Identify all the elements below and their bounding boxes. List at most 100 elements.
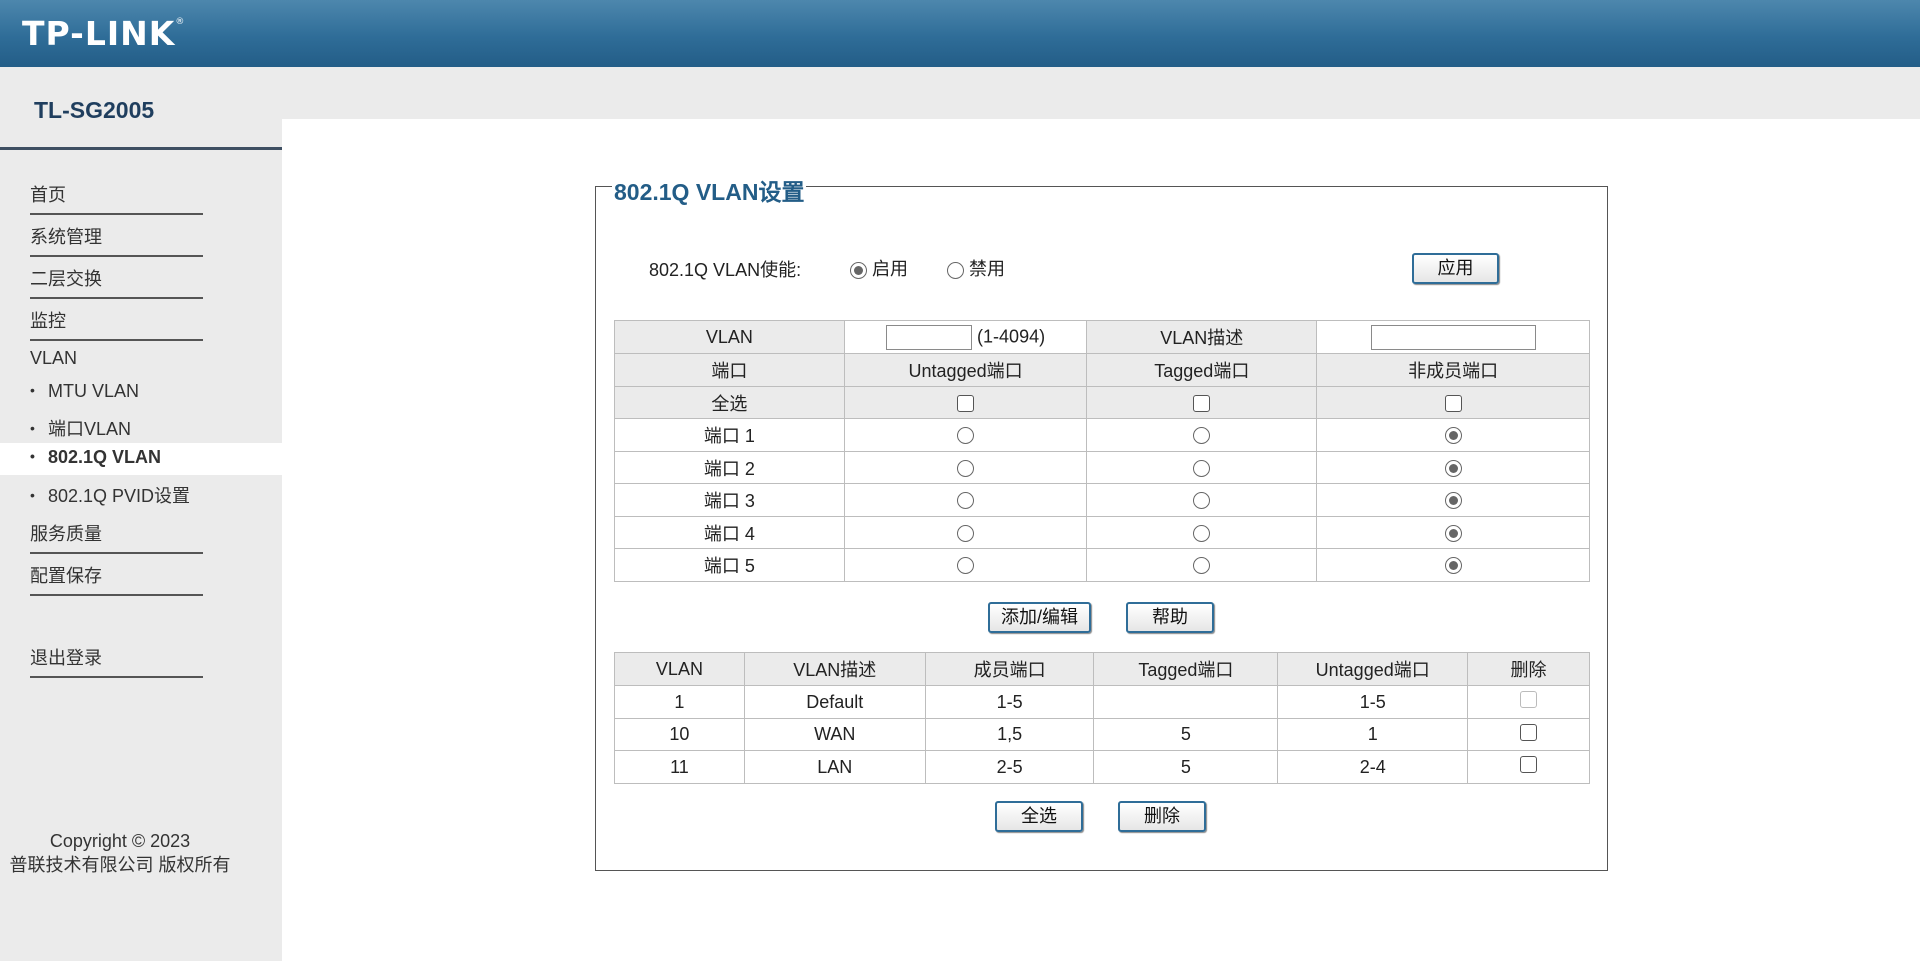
select-all-label: 全选 [614, 386, 845, 419]
vlan-id-row: VLAN (1-4094) VLAN描述 [614, 320, 1590, 354]
select-all-non-member-checkbox[interactable] [1444, 394, 1462, 412]
select-all-untagged-cell [843, 386, 1088, 419]
col-delete: 删除 [1467, 652, 1590, 686]
col-untagged-ports: Untagged端口 [1277, 652, 1469, 686]
brand-name: TP-LINK [22, 14, 176, 53]
col-vlan: VLAN [614, 652, 745, 686]
untagged-radio[interactable] [957, 492, 975, 510]
tagged-cell [1086, 516, 1318, 549]
tagged-radio[interactable] [1193, 557, 1211, 575]
sidebar: TL-SG2005 首页 系统管理 二层交换 监控 VLAN • MTU VLAN… [0, 67, 282, 961]
page-title: 802.1Q VLAN设置 [612, 173, 807, 207]
registered-mark: ® [175, 17, 186, 27]
untagged-radio[interactable] [957, 459, 975, 477]
select-all-button[interactable]: 全选 [995, 801, 1083, 832]
nav-port-vlan-label: 端口VLAN [48, 419, 132, 439]
tagged-cell [1086, 548, 1318, 582]
untagged-cell [843, 418, 1088, 452]
untagged-cell: 2-4 [1277, 750, 1469, 784]
port-row: 端口 5 [614, 548, 1590, 582]
untagged-cell: 1 [1277, 718, 1469, 751]
delete-checkbox[interactable] [1520, 723, 1538, 741]
nav-qos[interactable]: 服务质量 [30, 520, 203, 554]
vlan-id-cell: (1-4094) [843, 320, 1088, 354]
bullet: • [30, 382, 35, 398]
add-edit-button[interactable]: 添加/编辑 [988, 602, 1091, 633]
select-all-untagged-checkbox[interactable] [957, 394, 975, 412]
apply-button[interactable]: 应用 [1412, 253, 1499, 284]
bullet: • [30, 487, 35, 503]
non-member-radio[interactable] [1444, 459, 1462, 477]
select-all-tagged-cell [1086, 386, 1318, 419]
disable-radio-label: 禁用 [969, 259, 1006, 279]
vlan-range-hint: (1-4094) [977, 325, 1046, 346]
vlan-enable-label: 802.1Q VLAN使能: [649, 260, 802, 280]
delete-cell [1467, 750, 1590, 784]
tp-link-logo: TP-LINK® [22, 14, 185, 53]
nav-layer2-switching[interactable]: 二层交换 [30, 265, 203, 299]
non-member-radio[interactable] [1444, 557, 1462, 575]
tagged-radio[interactable] [1193, 524, 1211, 542]
select-all-tagged-checkbox[interactable] [1193, 394, 1211, 412]
col-vlan-desc: VLAN描述 [743, 652, 926, 686]
non-member-radio[interactable] [1444, 524, 1462, 542]
enable-radio[interactable] [850, 261, 867, 279]
untagged-cell [843, 516, 1088, 549]
select-all-non-member-cell [1316, 386, 1590, 419]
vlan-list-header: VLAN VLAN描述 成员端口 Tagged端口 Untagged端口 删除 [614, 652, 1590, 686]
nav-port-vlan[interactable]: • 端口VLAN [30, 415, 131, 441]
table-row: 10 WAN 1,5 5 1 [614, 718, 1590, 751]
nav-home[interactable]: 首页 [30, 181, 203, 215]
non-member-cell [1316, 516, 1590, 549]
port-row: 端口 2 [614, 451, 1590, 484]
enable-radio-option[interactable]: 启用 [850, 255, 908, 281]
port-label: 端口 5 [614, 548, 845, 582]
header-strip [0, 67, 1920, 119]
model-divider [0, 147, 282, 150]
vlan-desc-input[interactable] [1370, 324, 1536, 350]
delete-cell [1467, 685, 1590, 719]
tagged-cell [1086, 451, 1318, 484]
nav-8021q-pvid[interactable]: • 802.1Q PVID设置 [30, 482, 190, 508]
vlan-id-input[interactable] [886, 324, 973, 350]
nav-system-management[interactable]: 系统管理 [30, 223, 203, 257]
nav-monitoring[interactable]: 监控 [30, 307, 203, 341]
active-item-highlight: • 802.1Q VLAN [0, 443, 282, 475]
nav-vlan[interactable]: VLAN [30, 348, 77, 369]
table-row: 11 LAN 2-5 5 2-4 [614, 750, 1590, 784]
non-member-radio[interactable] [1444, 427, 1462, 445]
disable-radio[interactable] [947, 261, 964, 279]
tagged-cell: 5 [1093, 718, 1279, 751]
tagged-radio[interactable] [1193, 427, 1211, 445]
untagged-radio[interactable] [957, 557, 975, 575]
nav-mtu-vlan-label: MTU VLAN [48, 381, 140, 401]
untagged-cell: 1-5 [1277, 685, 1469, 719]
tagged-radio[interactable] [1193, 492, 1211, 510]
non-member-cell [1316, 418, 1590, 452]
non-member-cell [1316, 483, 1590, 517]
nav-logout[interactable]: 退出登录 [30, 644, 203, 678]
non-member-radio[interactable] [1444, 492, 1462, 510]
copyright-line1: Copyright © 2023 [49, 831, 191, 851]
untagged-radio[interactable] [957, 524, 975, 542]
vlan-config-table: VLAN (1-4094) VLAN描述 端口 Untagged端口 Tagge… [614, 320, 1590, 582]
nav-8021q-vlan[interactable]: • 802.1Q VLAN [30, 447, 161, 468]
device-model: TL-SG2005 [34, 97, 155, 123]
col-members: 成员端口 [924, 652, 1095, 686]
vlan-desc-cell: WAN [743, 718, 926, 751]
non-member-cell [1316, 451, 1590, 484]
delete-checkbox[interactable] [1520, 756, 1538, 774]
untagged-radio[interactable] [957, 427, 975, 445]
copyright-line2: 普联技术有限公司 版权所有 [9, 855, 231, 875]
tagged-radio[interactable] [1193, 459, 1211, 477]
port-label: 端口 4 [614, 516, 845, 549]
disable-radio-option[interactable]: 禁用 [947, 255, 1005, 281]
delete-button[interactable]: 删除 [1118, 801, 1206, 832]
col-non-member: 非成员端口 [1316, 353, 1590, 387]
tagged-cell [1086, 418, 1318, 452]
nav-mtu-vlan[interactable]: • MTU VLAN [30, 381, 139, 402]
help-button[interactable]: 帮助 [1126, 602, 1214, 633]
port-row: 端口 4 [614, 516, 1590, 549]
nav-config-save[interactable]: 配置保存 [30, 562, 203, 596]
vlan-desc-cell: LAN [743, 750, 926, 784]
